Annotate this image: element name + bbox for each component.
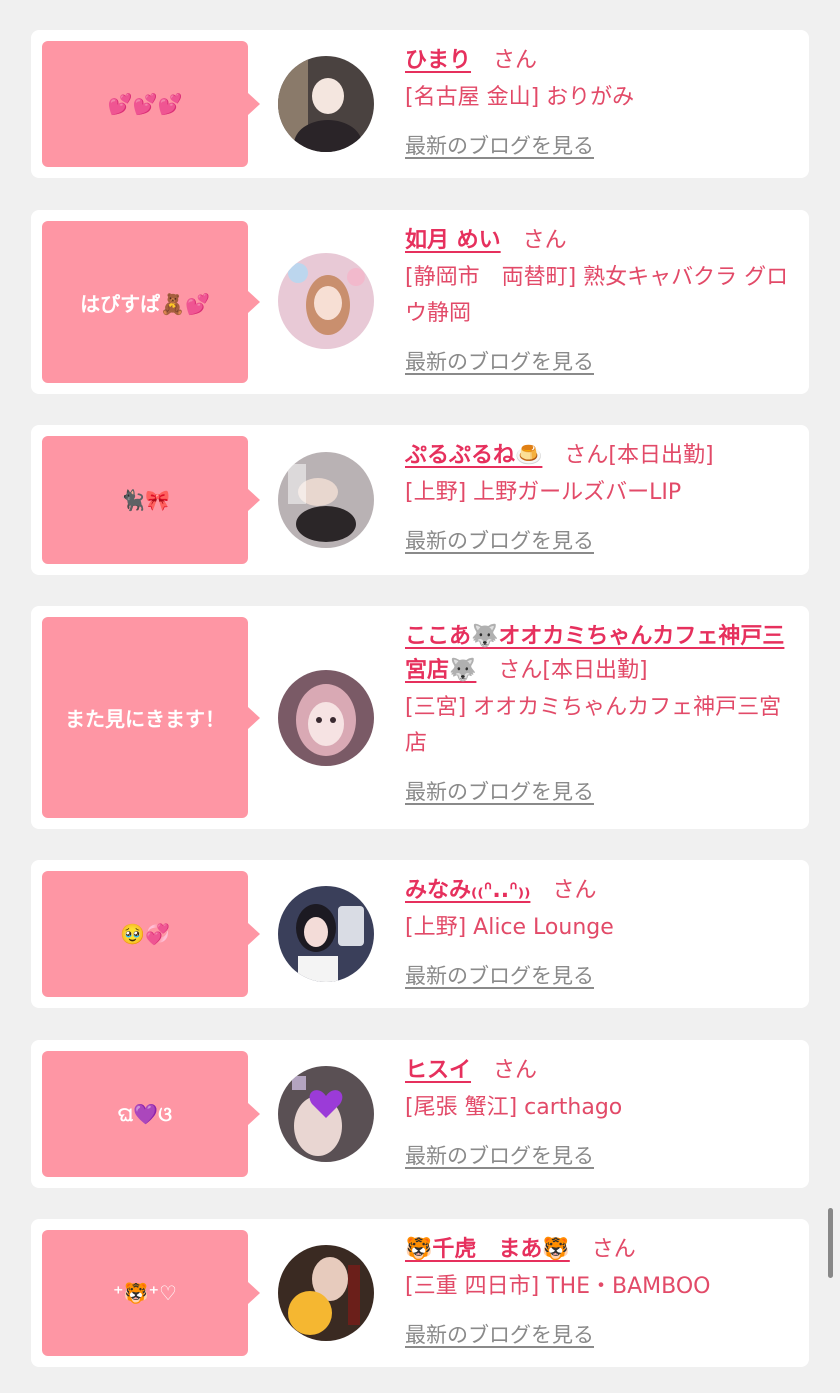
honorific: さん: [493, 48, 538, 73]
card-info: みなみ₍₍ᐢ..ᐢ₎₎ さん [上野] Alice Lounge 最新のブログを見…: [405, 874, 799, 990]
card-info: 🐯千虎 まあ🐯 さん [三重 四日市] THE・BAMBOO 最新のブログを見る: [405, 1233, 799, 1349]
favorite-card: 🥹💞 みなみ₍₍ᐢ..ᐢ₎₎ さん [上野] Alice Lounge 最新のブロ…: [31, 860, 809, 1008]
card-info: ここあ🐺オオカミちゃんカフェ神戸三宮店🐺 さん[本日出勤] [三宮] オオカミちゃ…: [405, 620, 799, 806]
follow-list-page: 💕💕💕 ひまり さん [名古屋 金山] おりがみ 最新のブログを見る はぴすぱ🧸💕: [0, 0, 840, 1393]
shop-label: [静岡市 両替町] 熟女キャバクラ グロウ静岡: [405, 265, 789, 326]
message-bubble: また見にきます！: [42, 617, 260, 818]
card-info: ひまり さん [名古屋 金山] おりがみ 最新のブログを見る: [405, 44, 799, 160]
message-bubble: 🥹💞: [42, 871, 260, 997]
favorite-card: ⁺🐯⁺♡ 🐯千虎 まあ🐯 さん [三重 四日市] THE・BAMBOO 最新のブロ…: [31, 1219, 809, 1367]
cast-name-link[interactable]: 如月 めい: [405, 228, 501, 253]
avatar[interactable]: [278, 452, 374, 548]
favorite-card: また見にきます！ ここあ🐺オオカミちゃんカフェ神戸三宮店🐺 さん[本日出勤] [三…: [31, 606, 809, 829]
avatar[interactable]: [278, 253, 374, 349]
shop-label: [尾張 蟹江] carthago: [405, 1095, 623, 1120]
cast-name-link[interactable]: ひまり: [405, 48, 471, 73]
avatar[interactable]: [278, 1066, 374, 1162]
honorific: さん: [498, 658, 543, 683]
avatar[interactable]: [278, 56, 374, 152]
name-line: ぷるぷるね🍮 さん[本日出勤]: [405, 439, 799, 473]
message-text: また見にきます！: [65, 707, 225, 731]
favorite-card: ଘ💜ଓ ヒスイ さん [尾張 蟹江] carthago 最新のブログを見る: [31, 1040, 809, 1188]
message-bubble: 🐈‍⬛🎀: [42, 436, 260, 564]
card-info: 如月 めい さん [静岡市 両替町] 熟女キャバクラ グロウ静岡 最新のブログを見…: [405, 224, 799, 376]
latest-blog-link[interactable]: 最新のブログを見る: [405, 130, 594, 160]
latest-blog-link[interactable]: 最新のブログを見る: [405, 1140, 594, 1170]
card-info: ぷるぷるね🍮 さん[本日出勤] [上野] 上野ガールズバーLIP 最新のブログを見…: [405, 439, 799, 555]
latest-blog-link[interactable]: 最新のブログを見る: [405, 1319, 594, 1349]
message-text: 🥹💞: [120, 922, 170, 946]
avatar[interactable]: [278, 670, 374, 766]
favorite-card: はぴすぱ🧸💕 如月 めい さん [静岡市 両替町] 熟女キャバクラ グロウ静岡 最…: [31, 210, 809, 394]
message-text: ⁺🐯⁺♡: [113, 1281, 177, 1305]
shop-label: [上野] Alice Lounge: [405, 915, 614, 940]
status-label: [本日出勤]: [542, 658, 648, 683]
honorific: さん: [564, 443, 609, 468]
message-text: 🐈‍⬛🎀: [120, 488, 170, 512]
shop-label: [名古屋 金山] おりがみ: [405, 85, 635, 110]
card-info: ヒスイ さん [尾張 蟹江] carthago 最新のブログを見る: [405, 1054, 799, 1170]
message-text: はぴすぱ🧸💕: [80, 291, 210, 316]
cast-name-link[interactable]: みなみ₍₍ᐢ..ᐢ₎₎: [405, 878, 530, 903]
honorific: さん: [552, 878, 597, 903]
latest-blog-link[interactable]: 最新のブログを見る: [405, 525, 594, 555]
avatar[interactable]: [278, 886, 374, 982]
scrollbar[interactable]: [828, 1208, 833, 1278]
cast-name-link[interactable]: ぷるぷるね🍮: [405, 443, 542, 468]
status-label: [本日出勤]: [608, 443, 714, 468]
name-line: 如月 めい さん: [405, 224, 799, 258]
shop-label: [三宮] オオカミちゃんカフェ神戸三宮店: [405, 695, 782, 756]
message-text: ଘ💜ଓ: [117, 1102, 173, 1126]
avatar[interactable]: [278, 1245, 374, 1341]
message-text: 💕💕💕: [107, 92, 183, 116]
honorific: さん: [591, 1237, 636, 1262]
name-line: ひまり さん: [405, 44, 799, 78]
shop-label: [三重 四日市] THE・BAMBOO: [405, 1274, 711, 1299]
name-line: ヒスイ さん: [405, 1054, 799, 1088]
cast-name-link[interactable]: 🐯千虎 まあ🐯: [405, 1237, 570, 1262]
latest-blog-link[interactable]: 最新のブログを見る: [405, 960, 594, 990]
latest-blog-link[interactable]: 最新のブログを見る: [405, 346, 594, 376]
name-line: 🐯千虎 まあ🐯 さん: [405, 1233, 799, 1267]
favorite-card: 💕💕💕 ひまり さん [名古屋 金山] おりがみ 最新のブログを見る: [31, 30, 809, 178]
honorific: さん: [522, 228, 567, 253]
message-bubble: ⁺🐯⁺♡: [42, 1230, 260, 1356]
name-line: ここあ🐺オオカミちゃんカフェ神戸三宮店🐺 さん[本日出勤]: [405, 620, 799, 688]
message-bubble: はぴすぱ🧸💕: [42, 221, 260, 383]
message-bubble: ଘ💜ଓ: [42, 1051, 260, 1177]
shop-label: [上野] 上野ガールズバーLIP: [405, 480, 682, 505]
honorific: さん: [493, 1058, 538, 1083]
message-bubble: 💕💕💕: [42, 41, 260, 167]
cast-name-link[interactable]: ヒスイ: [405, 1058, 471, 1083]
favorite-card: 🐈‍⬛🎀 ぷるぷるね🍮 さん[本日出勤] [上野] 上野ガールズバーLIP 最新の…: [31, 425, 809, 575]
latest-blog-link[interactable]: 最新のブログを見る: [405, 776, 594, 806]
name-line: みなみ₍₍ᐢ..ᐢ₎₎ さん: [405, 874, 799, 908]
